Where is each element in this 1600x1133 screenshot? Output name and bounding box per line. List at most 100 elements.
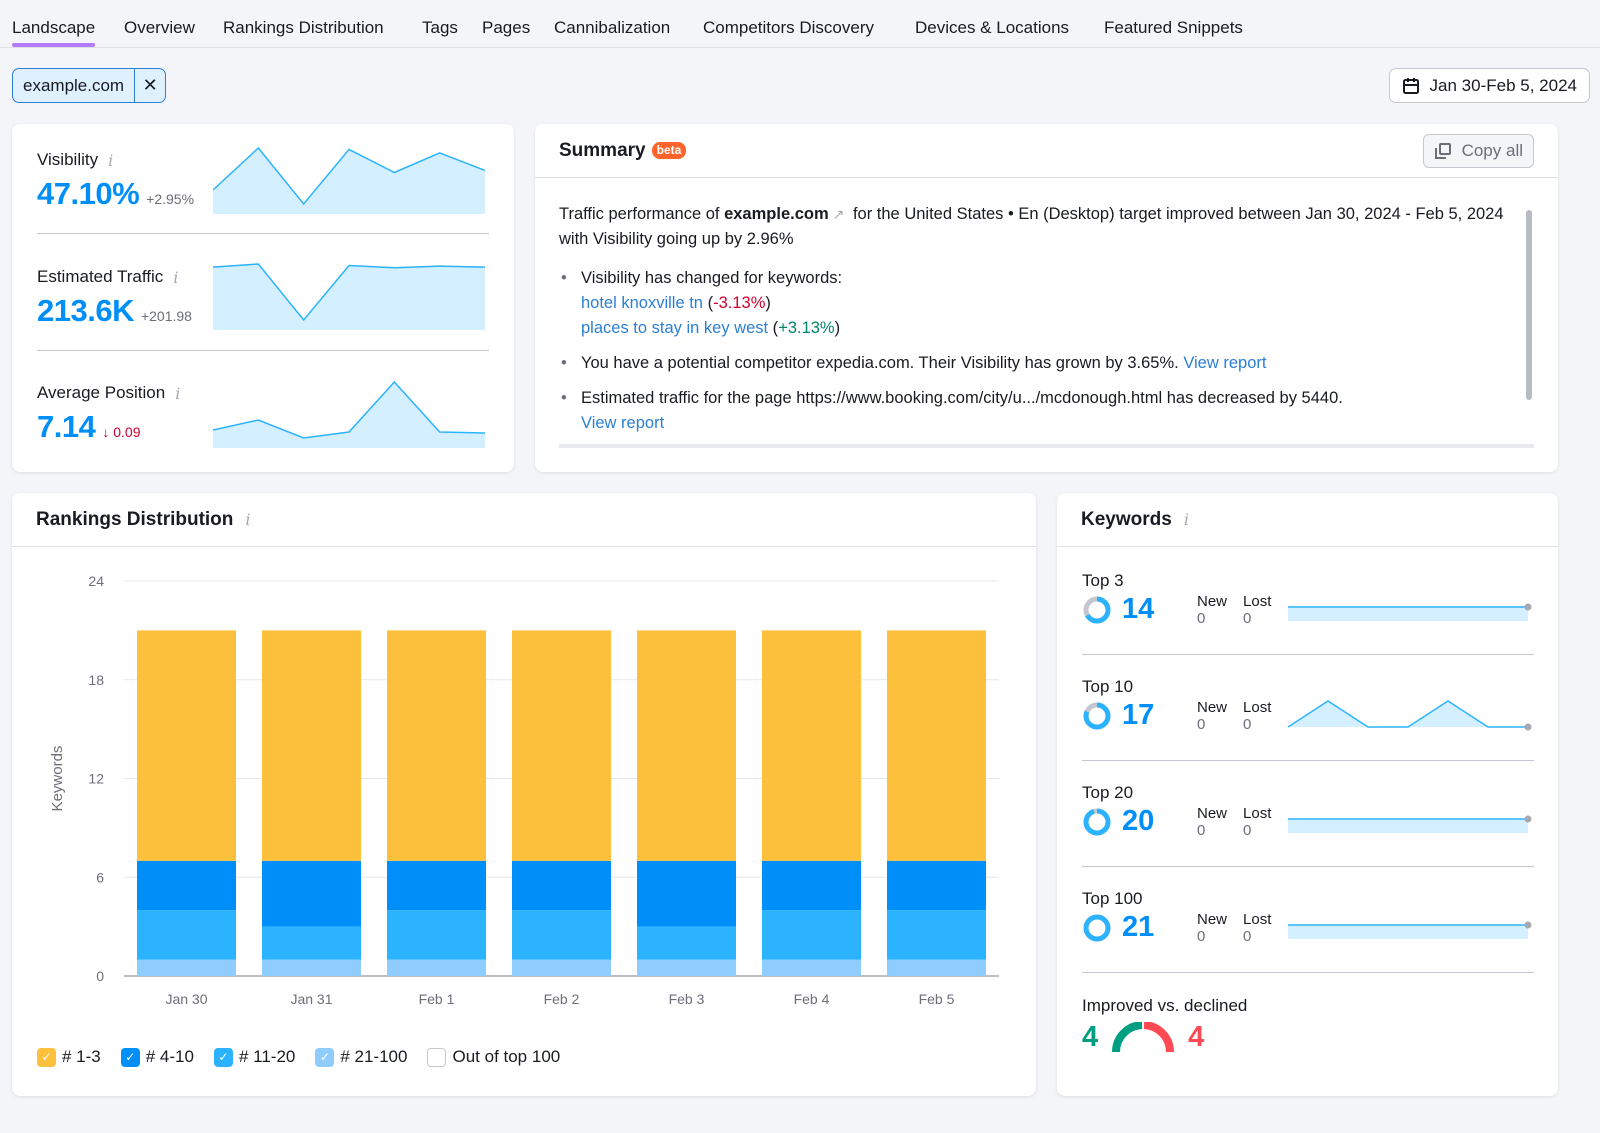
tab-tags[interactable]: Tags — [422, 18, 458, 38]
new-label: New — [1197, 593, 1228, 610]
sparkline-area — [213, 264, 485, 330]
bar-segment--11-20 — [387, 910, 486, 960]
bucket-label: Top 20 — [1082, 783, 1134, 802]
checkbox-checked-icon[interactable]: ✓ — [120, 1047, 140, 1067]
tab-competitors-discovery[interactable]: Competitors Discovery — [703, 18, 874, 38]
legend-label: # 21-100 — [340, 1047, 408, 1066]
lost-label: Lost — [1243, 911, 1272, 928]
bucket-label: Top 10 — [1082, 677, 1134, 696]
info-icon[interactable]: i — [173, 268, 178, 287]
sparkline-area — [1288, 701, 1528, 727]
tab-pages[interactable]: Pages — [482, 18, 530, 38]
metric-label: Average Position — [37, 383, 166, 402]
new-label: New — [1197, 699, 1228, 716]
lost-label: Lost — [1243, 805, 1272, 822]
metric-value: 47.10% — [37, 176, 140, 211]
info-icon[interactable]: i — [108, 151, 113, 170]
rankings-title: Rankings Distribution — [36, 508, 234, 530]
metric-delta: +2.95% — [146, 191, 195, 207]
summary-scrollbar[interactable] — [1526, 210, 1532, 400]
keyword-link[interactable]: hotel knoxville tn — [581, 294, 703, 312]
declined-count: 4 — [1188, 1021, 1205, 1053]
bucket-label: Top 3 — [1082, 571, 1124, 590]
keyword-link[interactable]: places to stay in key west — [581, 319, 768, 337]
y-tick-label: 12 — [88, 771, 104, 787]
rankings-header: Rankings Distribution i — [12, 493, 1036, 547]
keyword-bucket-row: Top 100 21 New 0 Lost 0 — [1082, 889, 1534, 995]
rankings-distribution-card: Rankings Distribution i 0 6 12 18 24 Keywords… — [12, 493, 1036, 1096]
new-count: 0 — [1197, 716, 1206, 733]
bucket-donut — [1083, 702, 1111, 729]
visibility-sparkline — [213, 146, 486, 214]
metric-delta: ↓ 0.09 — [102, 424, 141, 440]
sparkline-area — [1288, 607, 1528, 621]
tab-cannibalization[interactable]: Cannibalization — [554, 18, 670, 38]
declined-arc — [1143, 1021, 1175, 1052]
bar-segment--11-20 — [762, 910, 861, 960]
position-sparkline — [213, 380, 486, 448]
tab-rankings-distribution[interactable]: Rankings Distribution — [223, 18, 384, 38]
checkbox-checked-icon[interactable]: ✓ — [315, 1047, 335, 1067]
bar-segment--11-20 — [512, 910, 611, 960]
divider — [1082, 866, 1534, 867]
metric-delta: +201.98 — [140, 308, 192, 324]
bar-segment--21-100 — [887, 959, 986, 976]
divider — [1082, 654, 1534, 655]
checkbox-empty-icon[interactable] — [427, 1047, 447, 1067]
summary-scroll-edge — [559, 444, 1534, 448]
bar-segment--4-10 — [387, 860, 486, 911]
y-axis-label: Keywords — [49, 746, 66, 812]
external-link-icon[interactable]: ↗ — [833, 206, 845, 222]
legend-item[interactable]: ✓ # 21-100 — [315, 1047, 407, 1067]
bar-segment--21-100 — [387, 959, 486, 976]
view-report-link[interactable]: View report — [1183, 354, 1266, 372]
improved-declined-label: Improved vs. declined — [1082, 996, 1248, 1015]
sparkline-area — [1288, 925, 1528, 939]
tab-overview[interactable]: Overview — [124, 18, 195, 38]
date-range-button[interactable]: Jan 30-Feb 5, 2024 — [1388, 68, 1590, 103]
x-tick-label: Jan 31 — [290, 991, 332, 1007]
donut-fill — [1083, 914, 1111, 941]
improved-declined-gauge — [1112, 1021, 1175, 1052]
summary-intro: Traffic performance of example.com ↗ for … — [559, 205, 1504, 248]
info-icon[interactable]: i — [245, 510, 250, 529]
rankings-chart: 0 6 12 18 24 Keywords Jan 30 Jan 31 Feb 1 Feb 2 Fe… — [49, 573, 999, 1007]
keyword-change: +3.13% — [778, 319, 835, 337]
checkbox-checked-icon[interactable]: ✓ — [213, 1047, 233, 1067]
domain-filter-label: example.com — [23, 76, 125, 95]
y-tick-label: 18 — [88, 672, 104, 688]
close-icon[interactable]: ✕ — [134, 69, 165, 102]
view-report-link[interactable]: View report — [581, 414, 664, 432]
x-tick-label: Feb 1 — [419, 991, 455, 1007]
tab-devices-locations[interactable]: Devices & Locations — [915, 18, 1069, 38]
metrics-card: Visibility i 47.10% +2.95% Estimated Traff… — [12, 124, 514, 472]
sparkline-endpoint — [1524, 723, 1532, 731]
bucket-count: 17 — [1122, 699, 1155, 731]
checkbox-checked-icon[interactable]: ✓ — [37, 1047, 56, 1067]
bar-segment--21-100 — [262, 959, 361, 976]
info-icon[interactable]: i — [1184, 510, 1189, 529]
divider — [37, 233, 489, 234]
info-icon[interactable]: i — [175, 384, 180, 403]
bucket-sparkline — [1288, 603, 1532, 621]
tab-featured-snippets[interactable]: Featured Snippets — [1104, 18, 1243, 38]
sparkline-area — [1288, 819, 1528, 833]
lost-label: Lost — [1243, 593, 1272, 610]
new-count: 0 — [1197, 822, 1206, 839]
legend-item[interactable]: Out of top 100 — [427, 1047, 560, 1067]
new-count: 0 — [1197, 610, 1206, 627]
summary-list: Visibility has changed for keywords: hot… — [559, 266, 1525, 436]
copy-all-button[interactable]: Copy all — [1422, 134, 1534, 168]
sparkline-endpoint — [1524, 603, 1532, 611]
legend-item[interactable]: ✓ # 11-20 — [213, 1047, 295, 1067]
x-tick-label: Feb 2 — [544, 991, 580, 1007]
legend-item[interactable]: ✓ # 4-10 — [120, 1047, 194, 1067]
copy-all-label: Copy all — [1461, 141, 1523, 160]
lost-count: 0 — [1243, 610, 1252, 627]
calendar-icon — [1402, 77, 1419, 94]
tab-landscape[interactable]: Landscape — [12, 18, 96, 47]
bar-segment--1-3 — [262, 630, 361, 861]
keyword-bucket-row: Top 10 17 New 0 Lost 0 — [1082, 677, 1534, 783]
legend-item[interactable]: ✓ # 1-3 — [37, 1047, 101, 1067]
sparkline-endpoint — [1524, 921, 1532, 929]
